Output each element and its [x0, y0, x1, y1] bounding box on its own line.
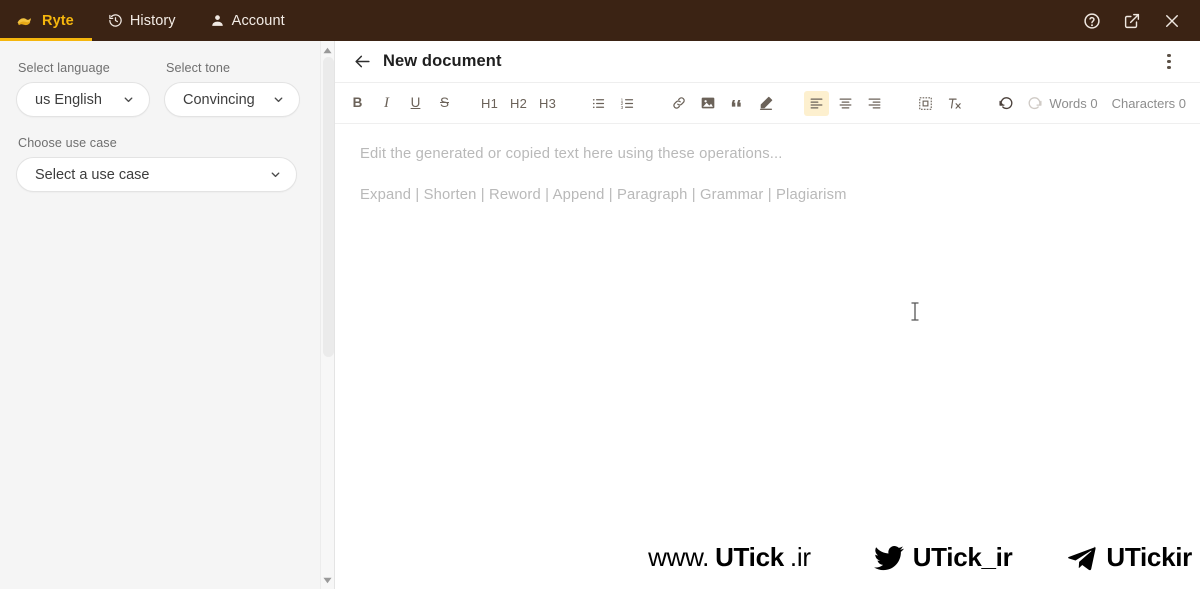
link-icon — [671, 95, 687, 111]
scrollbar-thumb[interactable] — [323, 57, 334, 357]
tone-field: Select tone Convincing — [164, 57, 300, 117]
word-count: Words 0 — [1049, 95, 1098, 111]
top-navigation-bar: Ryte History Account — [0, 0, 1200, 41]
heading-2-button[interactable]: H2 — [506, 91, 531, 116]
account-person-icon — [210, 13, 225, 28]
svg-text:3: 3 — [621, 104, 624, 109]
heading-2-label: H2 — [509, 95, 528, 111]
topbar-actions — [1072, 0, 1200, 41]
help-icon[interactable] — [1072, 0, 1112, 41]
strikethrough-label: S — [439, 95, 449, 111]
text-ibeam-cursor — [910, 302, 920, 321]
use-case-value: Select a use case — [35, 166, 150, 183]
pen-highlight-icon — [758, 95, 774, 111]
tab-history[interactable]: History — [92, 0, 194, 41]
heading-3-label: H3 — [538, 95, 557, 111]
close-icon[interactable] — [1152, 0, 1192, 41]
align-left-button[interactable] — [804, 90, 829, 116]
tone-label: Select tone — [166, 61, 231, 75]
italic-button[interactable]: I — [374, 91, 399, 116]
link-button[interactable] — [666, 91, 691, 116]
editor-operations-hint: Expand | Shorten | Reword | Append | Par… — [360, 187, 847, 203]
history-clock-icon — [108, 13, 123, 28]
page-title: New document — [383, 52, 502, 70]
language-field: Select language us English — [16, 57, 150, 117]
tone-value: Convincing — [183, 91, 255, 108]
chevron-down-icon — [122, 93, 135, 106]
language-label: Select language — [18, 61, 110, 75]
use-case-field: Choose use case Select a use case — [16, 136, 304, 192]
kebab-dot — [1167, 59, 1171, 64]
underline-button[interactable]: U — [403, 91, 428, 116]
scroll-up-arrow-icon[interactable] — [320, 43, 335, 57]
arrow-left-icon[interactable] — [349, 49, 375, 75]
kebab-dot — [1167, 53, 1171, 57]
align-center-button[interactable] — [833, 91, 858, 116]
clear-formatting-button[interactable] — [942, 91, 967, 116]
document-header: New document — [335, 41, 1200, 83]
tab-label-ryte: Ryte — [42, 12, 74, 29]
text-editor-area[interactable]: Edit the generated or copied text here u… — [335, 124, 1200, 589]
align-left-icon — [809, 96, 824, 111]
numbered-list-icon: 1 2 3 — [620, 96, 635, 111]
heading-1-label: H1 — [480, 95, 499, 111]
italic-label: I — [384, 94, 389, 111]
sidebar-scrollbar[interactable] — [320, 41, 335, 589]
use-case-label: Choose use case — [18, 136, 117, 150]
tab-label-account: Account — [231, 12, 285, 29]
character-count: Characters 0 — [1111, 95, 1186, 111]
top-tabs: Ryte History Account — [0, 0, 303, 41]
ryte-logo-icon — [16, 13, 35, 28]
quote-icon — [729, 96, 744, 111]
chevron-down-icon — [269, 168, 282, 181]
scroll-down-arrow-icon[interactable] — [320, 573, 335, 587]
editor-counters: Words 0 Characters 0 — [1049, 96, 1190, 111]
language-select[interactable]: us English — [16, 82, 150, 117]
insert-image-button[interactable] — [695, 91, 720, 116]
blockquote-button[interactable] — [724, 91, 749, 116]
heading-3-button[interactable]: H3 — [535, 91, 560, 116]
redo-button[interactable] — [1022, 91, 1047, 116]
undo-icon — [998, 95, 1014, 111]
align-right-icon — [867, 96, 882, 111]
bold-label: B — [352, 95, 363, 111]
chevron-down-icon — [272, 93, 285, 106]
more-vertical-icon[interactable] — [1156, 47, 1182, 77]
image-icon — [700, 95, 716, 111]
editor-placeholder: Edit the generated or copied text here u… — [360, 146, 783, 162]
numbered-list-button[interactable]: 1 2 3 — [615, 91, 640, 116]
language-value: us English — [35, 91, 102, 108]
open-external-icon[interactable] — [1112, 0, 1152, 41]
tab-label-history: History — [129, 12, 176, 29]
app-window: Ryte History Account Select language us … — [0, 0, 1200, 589]
tone-select[interactable]: Convincing — [164, 82, 300, 117]
use-case-select[interactable]: Select a use case — [16, 157, 297, 192]
tab-ryte[interactable]: Ryte — [0, 0, 92, 41]
strikethrough-button[interactable]: S — [432, 91, 457, 116]
redo-icon — [1027, 95, 1043, 111]
tab-account[interactable]: Account — [194, 0, 303, 41]
settings-sidebar: Select language us English Select tone C… — [0, 41, 320, 589]
align-center-icon — [838, 96, 853, 111]
bold-button[interactable]: B — [345, 91, 370, 116]
highlight-button[interactable] — [753, 91, 778, 116]
clear-formatting-icon — [947, 96, 962, 111]
underline-label: U — [410, 95, 421, 111]
body-row: Select language us English Select tone C… — [0, 41, 1200, 589]
insert-frame-icon — [918, 96, 933, 111]
kebab-dot — [1167, 66, 1171, 70]
language-tone-row: Select language us English Select tone C… — [16, 57, 304, 124]
undo-button[interactable] — [993, 91, 1018, 116]
bulleted-list-button[interactable] — [586, 91, 611, 116]
editor-toolbar: B I U S H1 H2 H3 1 2 3 Words 0 Character… — [335, 83, 1200, 124]
bulleted-list-icon — [591, 96, 606, 111]
align-right-button[interactable] — [862, 91, 887, 116]
insert-frame-button[interactable] — [913, 91, 938, 116]
document-pane: New document B I U S H1 H2 H3 1 2 3 Word… — [335, 41, 1200, 589]
heading-1-button[interactable]: H1 — [477, 91, 502, 116]
